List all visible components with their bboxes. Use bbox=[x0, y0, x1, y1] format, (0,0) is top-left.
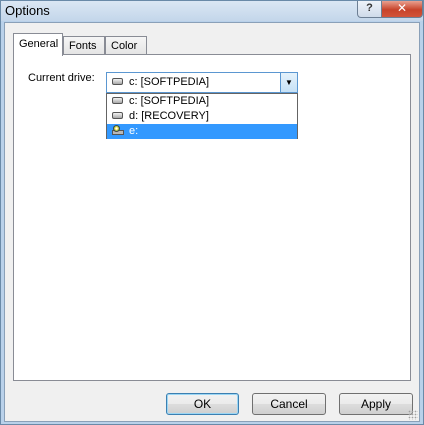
tab-fonts[interactable]: Fonts bbox=[63, 36, 105, 55]
current-drive-combobox[interactable]: c: [SOFTPEDIA] ▼ bbox=[106, 72, 298, 93]
drive-option-label: d: [RECOVERY] bbox=[129, 110, 209, 122]
tab-general[interactable]: General bbox=[13, 33, 63, 56]
drive-option-e[interactable]: e: bbox=[107, 124, 297, 139]
drive-option-d[interactable]: d: [RECOVERY] bbox=[107, 109, 297, 124]
apply-button[interactable]: Apply bbox=[339, 393, 413, 415]
options-window: Options ? ✕ General Fonts Color Current … bbox=[0, 0, 424, 425]
hard-drive-icon bbox=[112, 112, 123, 119]
close-icon: ✕ bbox=[396, 1, 408, 15]
chevron-down-icon: ▼ bbox=[285, 78, 293, 87]
dialog-client-area: General Fonts Color Current drive: c: [S… bbox=[4, 22, 420, 422]
drive-option-c[interactable]: c: [SOFTPEDIA] bbox=[107, 94, 297, 109]
help-icon: ? bbox=[366, 2, 373, 14]
current-drive-value: c: [SOFTPEDIA] bbox=[129, 76, 210, 88]
hard-drive-icon bbox=[112, 78, 123, 85]
tab-color-label: Color bbox=[111, 40, 138, 52]
drive-option-label: c: [SOFTPEDIA] bbox=[129, 95, 210, 107]
dropdown-arrow-button[interactable]: ▼ bbox=[280, 73, 297, 92]
help-button[interactable]: ? bbox=[357, 1, 382, 18]
resize-grip[interactable] bbox=[408, 410, 418, 420]
drive-option-label: e: bbox=[129, 125, 139, 137]
close-button[interactable]: ✕ bbox=[381, 1, 423, 18]
cancel-button[interactable]: Cancel bbox=[252, 393, 326, 415]
tab-fonts-label: Fonts bbox=[69, 40, 97, 52]
general-tab-panel: Current drive: c: [SOFTPEDIA] ▼ c: [SOFT… bbox=[13, 54, 411, 381]
ok-button[interactable]: OK bbox=[166, 393, 239, 415]
cd-drive-icon bbox=[112, 125, 124, 135]
title-bar[interactable]: Options ? ✕ bbox=[1, 1, 423, 21]
hard-drive-icon bbox=[112, 97, 123, 104]
drive-dropdown-list: c: [SOFTPEDIA] d: [RECOVERY] e: bbox=[106, 93, 298, 139]
tab-color[interactable]: Color bbox=[105, 36, 147, 55]
tab-general-label: General bbox=[19, 38, 59, 50]
window-title: Options bbox=[5, 3, 50, 18]
current-drive-label: Current drive: bbox=[28, 72, 95, 84]
